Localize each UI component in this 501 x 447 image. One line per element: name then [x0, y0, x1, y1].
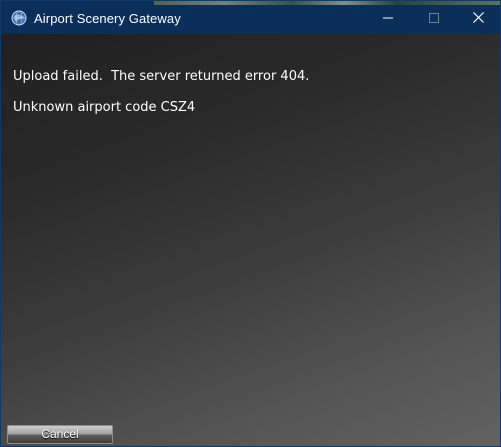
airport-scenery-gateway-window: Airport Scenery Gateway Upload failed. T… [0, 0, 501, 447]
title-bar[interactable]: Airport Scenery Gateway [1, 1, 500, 34]
minimize-icon [383, 17, 393, 18]
close-icon [472, 12, 484, 23]
maximize-button[interactable] [411, 1, 457, 34]
dialog-content: Upload failed. The server returned error… [1, 34, 500, 446]
error-message: Upload failed. The server returned error… [13, 69, 310, 84]
maximize-icon [429, 12, 439, 23]
globe-icon [11, 10, 27, 26]
close-button[interactable] [455, 1, 500, 34]
detail-message: Unknown airport code CSZ4 [13, 100, 196, 115]
minimize-button[interactable] [365, 1, 411, 34]
window-title: Airport Scenery Gateway [34, 11, 181, 26]
cancel-button[interactable]: Cancel [7, 425, 113, 444]
